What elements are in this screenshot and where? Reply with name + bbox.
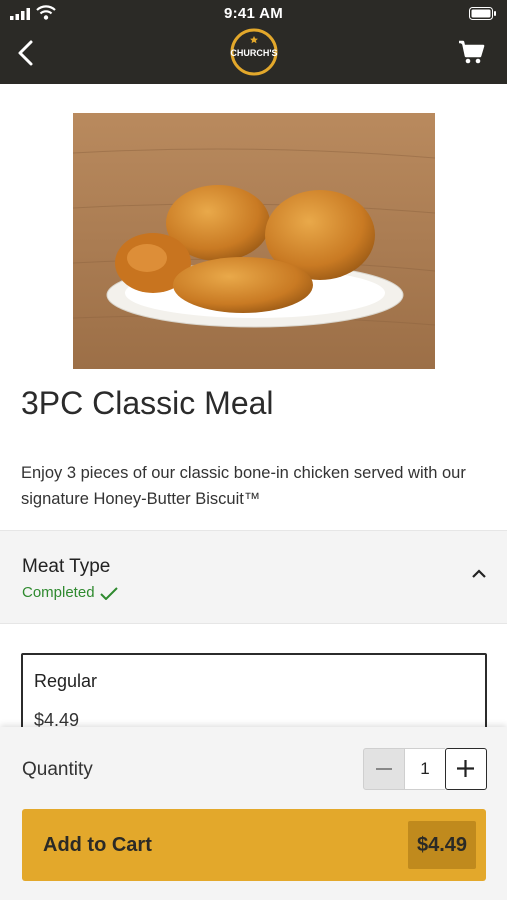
plus-icon <box>457 760 474 777</box>
section-status: Completed <box>22 584 95 601</box>
section-label: Meat Type <box>22 556 111 577</box>
cart-icon[interactable] <box>457 38 485 66</box>
decrement-button[interactable] <box>363 748 405 790</box>
status-bar: 9:41 AM <box>0 0 507 28</box>
nav-bar: CHURCH'S <box>0 28 507 84</box>
back-arrow-icon[interactable] <box>12 38 42 68</box>
logo-text: CHURCH'S <box>230 48 277 58</box>
product-title: 3PC Classic Meal <box>21 385 274 421</box>
minus-icon <box>376 768 392 770</box>
add-to-cart-button[interactable]: Add to Cart $4.49 <box>22 809 486 881</box>
product-description: Enjoy 3 pieces of our classic bone-in ch… <box>21 464 466 508</box>
meat-type-section[interactable]: Meat Type Completed <box>0 530 507 624</box>
check-icon <box>100 587 118 600</box>
option-name: Regular <box>34 671 98 691</box>
chevron-up-icon[interactable] <box>471 569 487 579</box>
churchs-logo: CHURCH'S <box>230 28 278 76</box>
bottom-bar: Quantity 1 Add to Cart $4.49 <box>0 727 507 900</box>
quantity-label: Quantity <box>22 759 93 780</box>
quantity-value[interactable]: 1 <box>405 748 445 790</box>
increment-button[interactable] <box>445 748 487 790</box>
add-to-cart-price: $4.49 <box>408 821 476 869</box>
product-image <box>73 113 435 369</box>
battery-icon <box>469 7 496 20</box>
status-time: 9:41 AM <box>223 5 284 22</box>
add-to-cart-label: Add to Cart <box>43 834 152 856</box>
quantity-stepper: 1 <box>363 748 487 790</box>
